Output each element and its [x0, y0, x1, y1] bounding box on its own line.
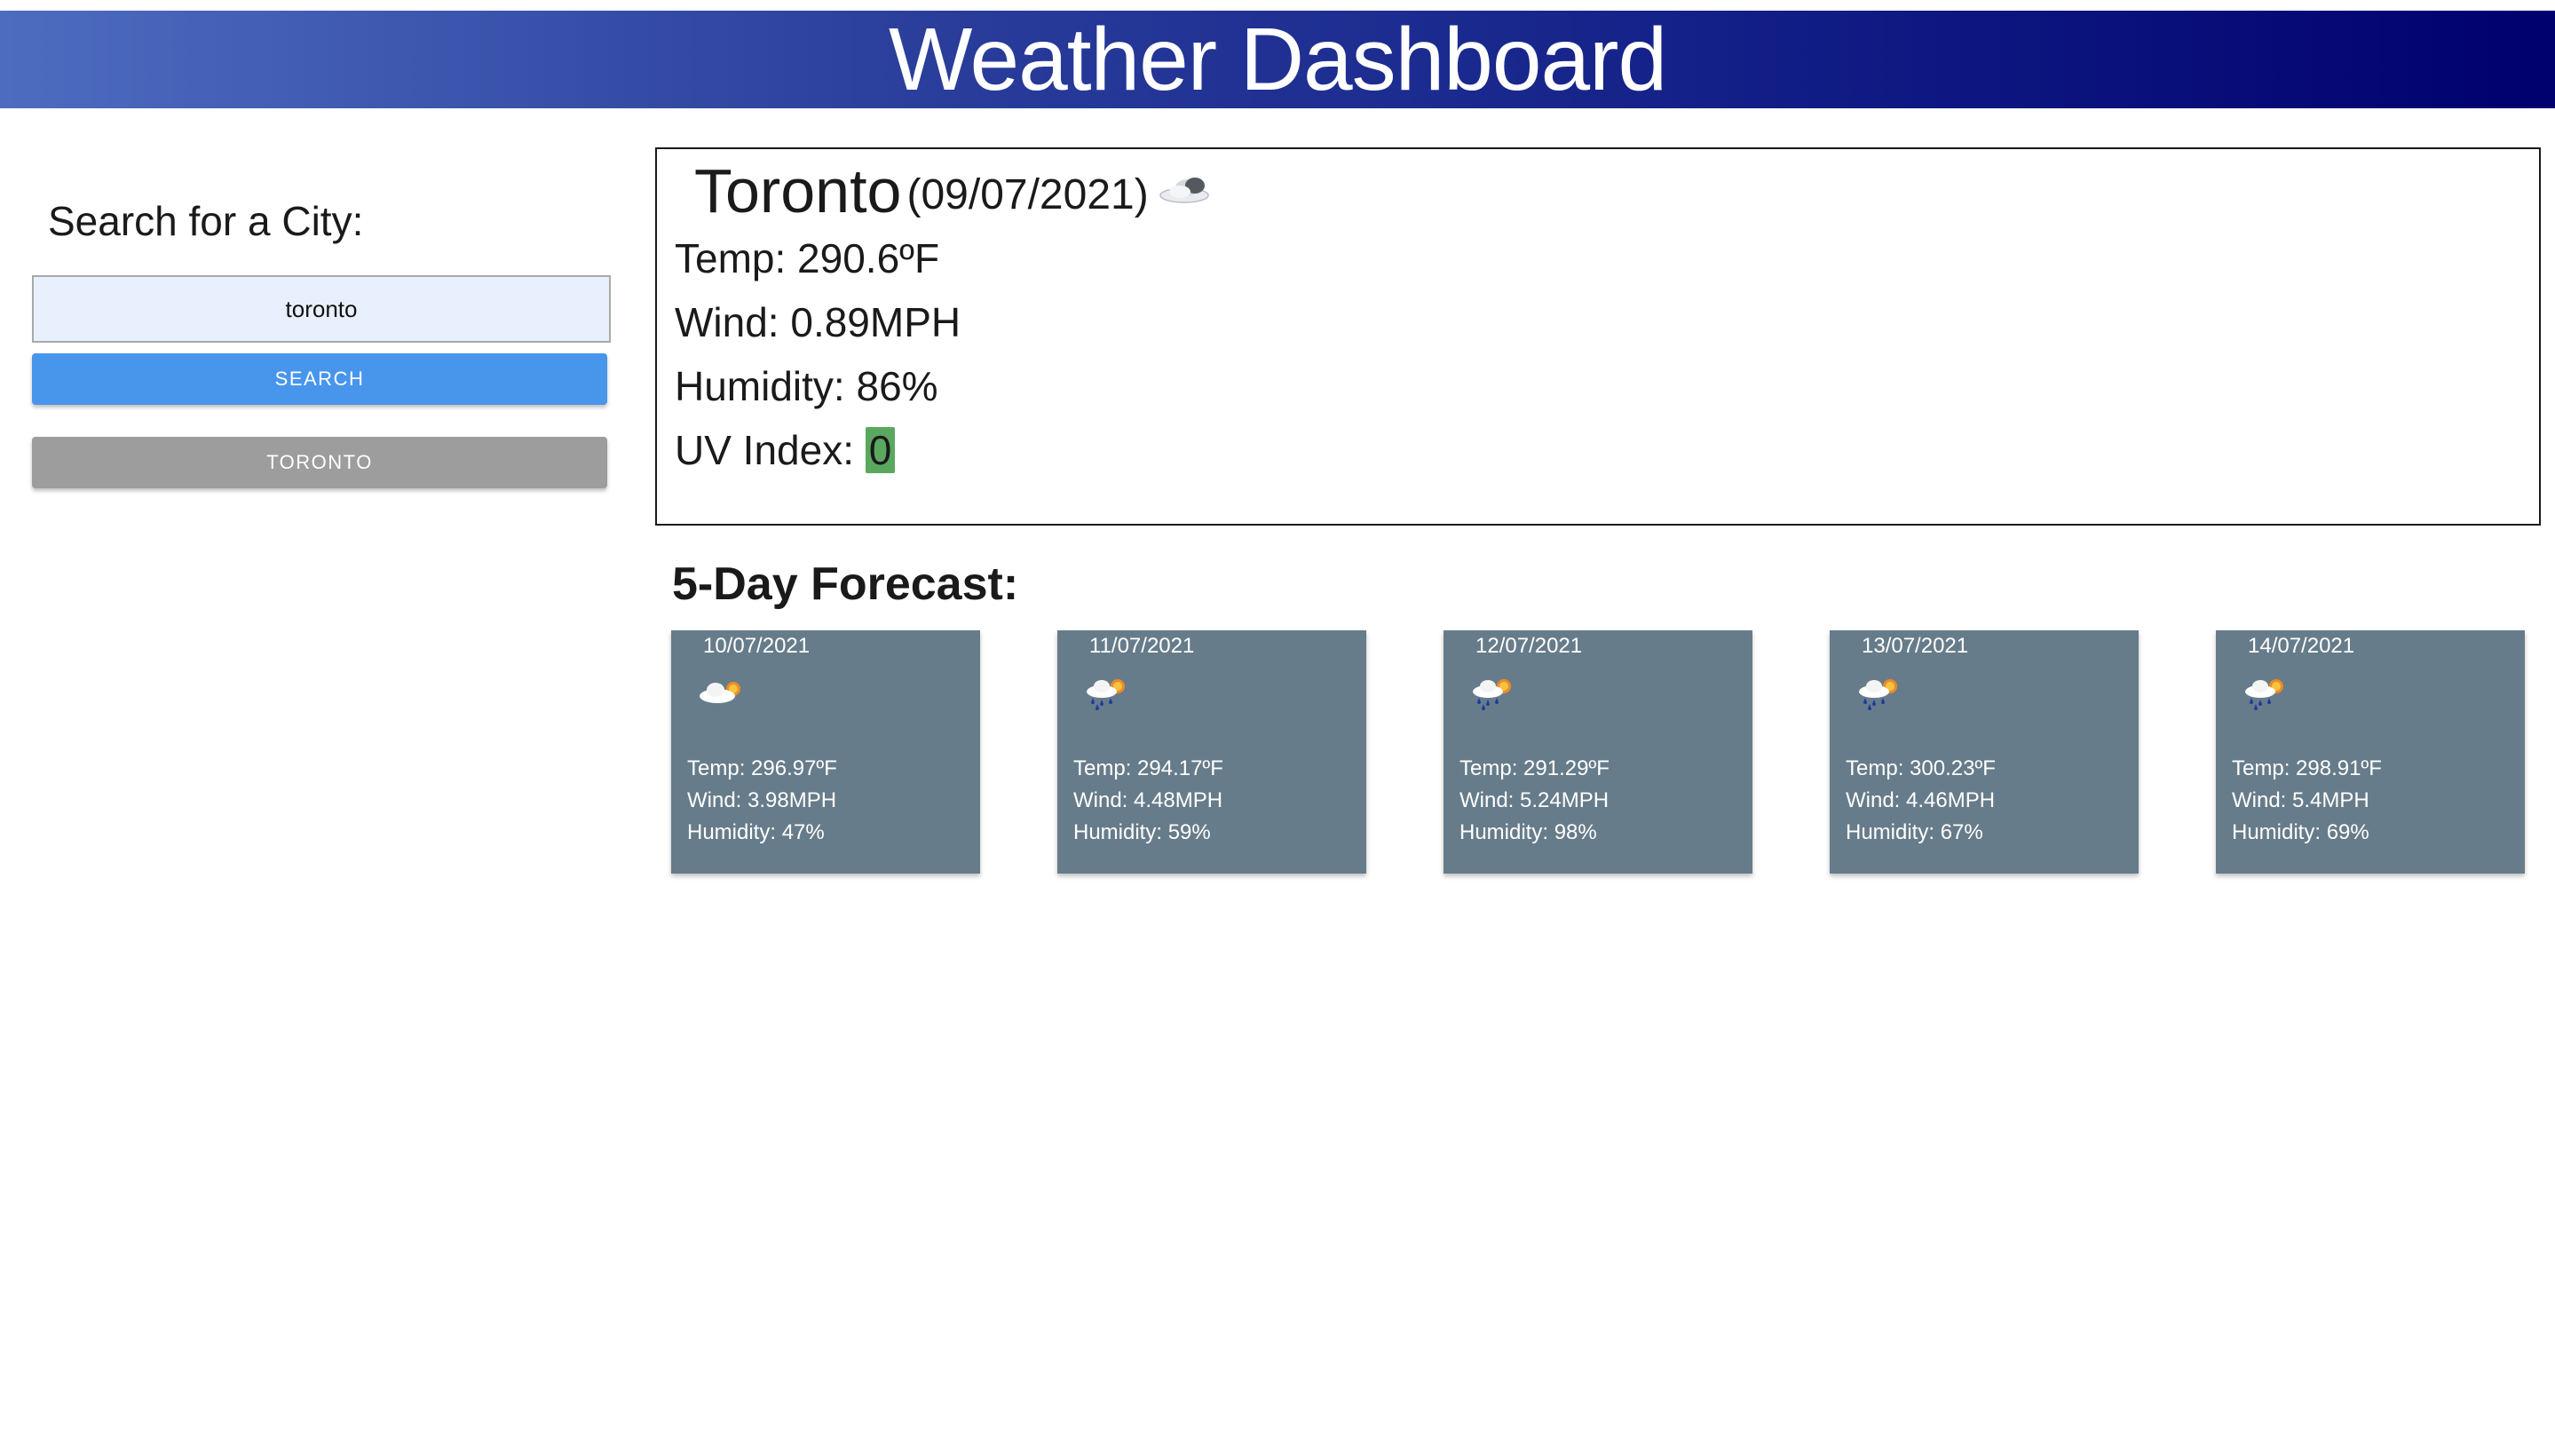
forecast-temp: Temp: 296.97ºF — [687, 756, 837, 780]
cloud-icon — [1158, 171, 1213, 211]
forecast-wind: Wind: 3.98MPH — [687, 788, 837, 812]
forecast-date: 14/07/2021 — [2248, 634, 2355, 658]
forecast-date: 12/07/2021 — [1475, 634, 1583, 658]
forecast-wind: Wind: 4.46MPH — [1846, 788, 1996, 812]
forecast-card: 10/07/2021 Temp: 296.97ºF Wind: 3.98MPH … — [671, 630, 980, 874]
sun-rain-icon — [1468, 673, 1520, 716]
current-temp: Temp: 290.6ºF — [675, 235, 940, 281]
forecast-temp: Temp: 300.23ºF — [1846, 756, 1996, 780]
forecast-humidity: Humidity: 59% — [1073, 820, 1211, 844]
current-humidity: Humidity: 86% — [675, 363, 938, 409]
forecast-heading: 5-Day Forecast: — [672, 558, 1019, 610]
current-date: (09/07/2021) — [906, 171, 1149, 218]
current-weather-panel: Toronto (09/07/2021) Temp: 290.6ºF Wind:… — [655, 147, 2541, 526]
forecast-temp: Temp: 298.91ºF — [2232, 756, 2382, 780]
sun-rain-icon — [2241, 673, 2292, 716]
forecast-card: 11/07/2021 Temp: 294.17ºF Wind: 4.48MPH … — [1057, 630, 1366, 874]
city-name: Toronto — [694, 156, 902, 226]
partly-cloudy-icon — [696, 673, 748, 716]
uv-index-badge: 0 — [865, 427, 896, 473]
forecast-temp: Temp: 291.29ºF — [1459, 756, 1610, 780]
forecast-date: 11/07/2021 — [1089, 634, 1195, 658]
current-uv: UV Index: 0 — [675, 426, 896, 474]
forecast-humidity: Humidity: 47% — [687, 820, 825, 844]
forecast-date: 10/07/2021 — [703, 634, 811, 658]
current-wind: Wind: 0.89MPH — [675, 299, 961, 345]
city-search-input[interactable] — [32, 275, 611, 343]
forecast-date: 13/07/2021 — [1862, 634, 1969, 658]
forecast-wind: Wind: 4.48MPH — [1073, 788, 1223, 812]
forecast-card: 12/07/2021 Temp: 291.29ºF Wind: 5.24MPH … — [1444, 630, 1752, 874]
forecast-cards: 10/07/2021 Temp: 296.97ºF Wind: 3.98MPH … — [671, 630, 2527, 875]
forecast-temp: Temp: 294.17ºF — [1073, 756, 1223, 780]
forecast-humidity: Humidity: 98% — [1459, 820, 1597, 844]
sun-rain-icon — [1082, 673, 1134, 716]
page-title: Weather Dashboard — [888, 10, 1667, 109]
forecast-humidity: Humidity: 69% — [2232, 820, 2369, 844]
forecast-wind: Wind: 5.24MPH — [1459, 788, 1610, 812]
forecast-wind: Wind: 5.4MPH — [2232, 788, 2369, 812]
forecast-card: 13/07/2021 Temp: 300.23ºF Wind: 4.46MPH … — [1830, 630, 2139, 874]
current-title: Toronto (09/07/2021) — [694, 160, 1213, 222]
search-heading: Search for a City: — [48, 198, 364, 244]
forecast-card: 14/07/2021 Temp: 298.91ºF Wind: 5.4MPH H… — [2216, 630, 2525, 874]
forecast-humidity: Humidity: 67% — [1846, 820, 1983, 844]
history-button-toronto[interactable]: TORONTO — [32, 437, 607, 488]
search-button[interactable]: SEARCH — [32, 353, 607, 405]
uv-label: UV Index: — [675, 427, 866, 473]
page-header: Weather Dashboard — [0, 11, 2555, 108]
sun-rain-icon — [1855, 673, 1906, 716]
